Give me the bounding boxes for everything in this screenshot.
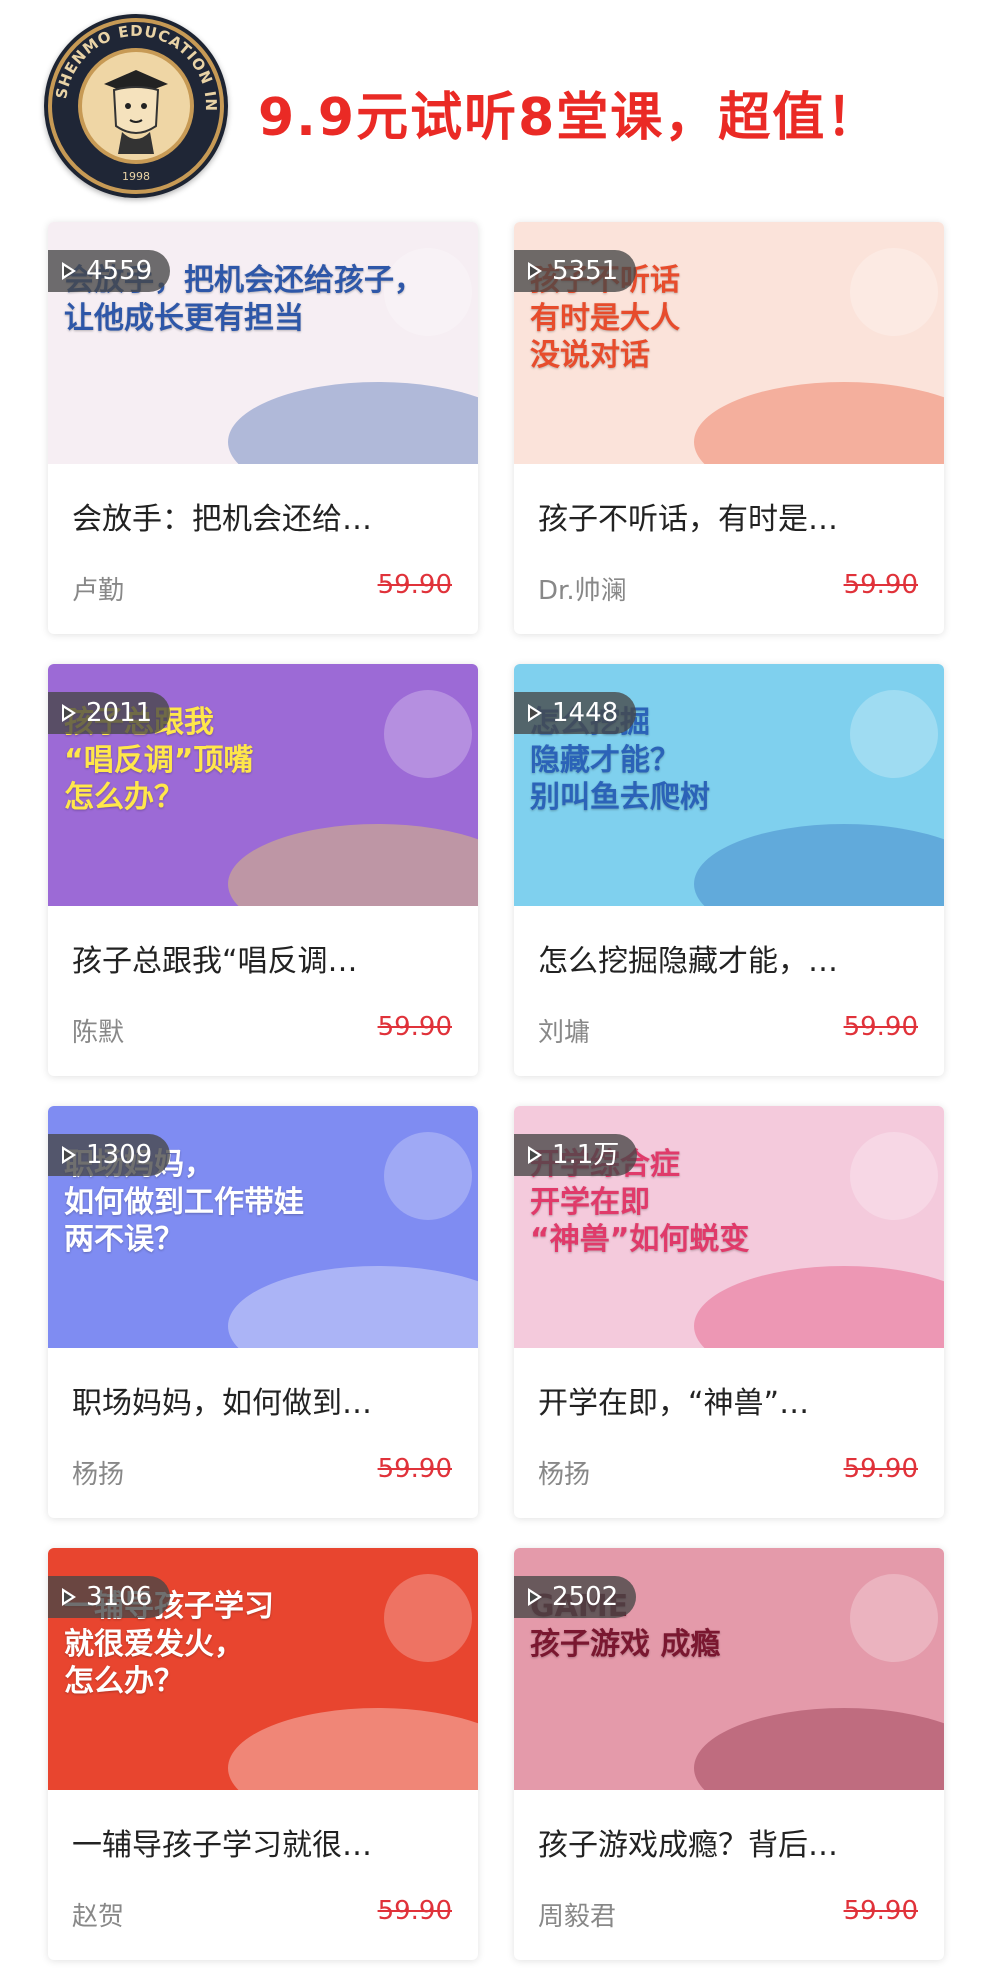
course-thumbnail[interactable]: 职场妈妈， 如何做到工作带娃 两不误？ 1309 (48, 1106, 478, 1348)
play-count-badge: 2011 (48, 692, 171, 734)
play-icon (62, 262, 76, 280)
course-title[interactable]: 开学在即，“神兽”… (538, 1378, 928, 1422)
course-author: 杨扬 (538, 1460, 591, 1490)
school-logo: SHENMO EDUCATION INT. 1998 (44, 14, 228, 198)
course-card[interactable]: 孩子不听话 有时是大人 没说对话 5351 孩子不听话，有时是… Dr.帅澜 5… (514, 222, 944, 634)
original-price: 59.90 (843, 1012, 918, 1042)
promo-headline: 9.9元试听8堂课，超值！ (258, 88, 881, 148)
original-price: 59.90 (377, 1896, 452, 1926)
course-thumbnail[interactable]: GAME 孩子游戏 成瘾 2502 (514, 1548, 944, 1790)
original-price: 59.90 (843, 1454, 918, 1484)
course-author: Dr.帅澜 (538, 576, 627, 606)
course-thumbnail[interactable]: 一辅导孩子学习 就很爱发火， 怎么办？ 3106 (48, 1548, 478, 1790)
original-price: 59.90 (377, 1454, 452, 1484)
course-title[interactable]: 怎么挖掘隐藏才能，… (538, 936, 928, 980)
play-count: 1448 (552, 698, 619, 728)
course-card[interactable]: 会放手，把机会还给孩子， 让他成长更有担当 4559 会放手：把机会还给… 卢勤… (48, 222, 478, 634)
play-icon (528, 1146, 542, 1164)
original-price: 59.90 (843, 1896, 918, 1926)
play-count-badge: 4559 (48, 250, 171, 292)
play-icon (528, 1588, 542, 1606)
logo-year: 1998 (122, 170, 150, 183)
play-count: 4559 (86, 256, 153, 286)
play-count: 3106 (86, 1582, 153, 1612)
course-card[interactable]: 职场妈妈， 如何做到工作带娃 两不误？ 1309 职场妈妈，如何做到… 杨扬 5… (48, 1106, 478, 1518)
play-count: 5351 (552, 256, 619, 286)
course-card[interactable]: 开学综合症 开学在即 “神兽”如何蜕变 1.1万 开学在即，“神兽”… 杨扬 5… (514, 1106, 944, 1518)
course-title[interactable]: 孩子不听话，有时是… (538, 494, 928, 538)
course-card[interactable]: 怎么挖掘 隐藏才能？ 别叫鱼去爬树 1448 怎么挖掘隐藏才能，… 刘墉 59.… (514, 664, 944, 1076)
original-price: 59.90 (377, 570, 452, 600)
play-count-badge: 2502 (514, 1576, 637, 1618)
course-title[interactable]: 会放手：把机会还给… (72, 494, 462, 538)
course-title[interactable]: 职场妈妈，如何做到… (72, 1378, 462, 1422)
original-price: 59.90 (377, 1012, 452, 1042)
course-grid: 会放手，把机会还给孩子， 让他成长更有担当 4559 会放手：把机会还给… 卢勤… (48, 222, 948, 1960)
course-thumbnail[interactable]: 会放手，把机会还给孩子， 让他成长更有担当 4559 (48, 222, 478, 464)
play-count: 2502 (552, 1582, 619, 1612)
logo-graphic: SHENMO EDUCATION INT. 1998 (44, 14, 224, 194)
play-count: 2011 (86, 698, 153, 728)
course-author: 杨扬 (72, 1460, 125, 1490)
course-title[interactable]: 一辅导孩子学习就很… (72, 1820, 462, 1864)
course-author: 陈默 (72, 1018, 125, 1048)
course-author: 赵贺 (72, 1902, 125, 1932)
play-count-badge: 3106 (48, 1576, 171, 1618)
play-icon (62, 1588, 76, 1606)
course-thumbnail[interactable]: 开学综合症 开学在即 “神兽”如何蜕变 1.1万 (514, 1106, 944, 1348)
course-title[interactable]: 孩子总跟我“唱反调… (72, 936, 462, 980)
play-count-badge: 1.1万 (514, 1134, 638, 1176)
course-card[interactable]: 一辅导孩子学习 就很爱发火， 怎么办？ 3106 一辅导孩子学习就很… 赵贺 5… (48, 1548, 478, 1960)
course-author: 卢勤 (72, 576, 125, 606)
course-thumbnail[interactable]: 孩子不听话 有时是大人 没说对话 5351 (514, 222, 944, 464)
play-count-badge: 1448 (514, 692, 637, 734)
play-icon (62, 1146, 76, 1164)
course-card[interactable]: 孩子总跟我 “唱反调”顶嘴 怎么办？ 2011 孩子总跟我“唱反调… 陈默 59… (48, 664, 478, 1076)
course-author: 刘墉 (538, 1018, 591, 1048)
play-icon (62, 704, 76, 722)
original-price: 59.90 (843, 570, 918, 600)
play-count-badge: 1309 (48, 1134, 171, 1176)
play-count: 1.1万 (552, 1140, 620, 1170)
play-icon (528, 262, 542, 280)
play-icon (528, 704, 542, 722)
course-card[interactable]: GAME 孩子游戏 成瘾 2502 孩子游戏成瘾？背后… 周毅君 59.90 (514, 1548, 944, 1960)
play-count-badge: 5351 (514, 250, 637, 292)
page-header: SHENMO EDUCATION INT. 1998 9.9元试听8堂课，超值！ (0, 0, 1002, 210)
course-title[interactable]: 孩子游戏成瘾？背后… (538, 1820, 928, 1864)
course-author: 周毅君 (538, 1902, 617, 1932)
course-thumbnail[interactable]: 孩子总跟我 “唱反调”顶嘴 怎么办？ 2011 (48, 664, 478, 906)
play-count: 1309 (86, 1140, 153, 1170)
course-thumbnail[interactable]: 怎么挖掘 隐藏才能？ 别叫鱼去爬树 1448 (514, 664, 944, 906)
